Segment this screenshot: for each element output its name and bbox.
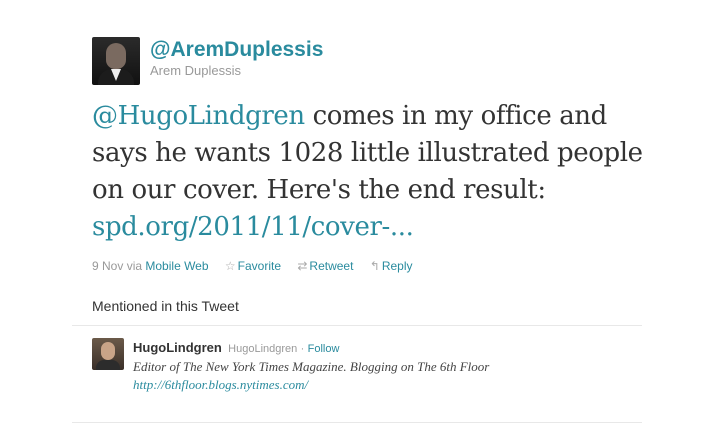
reply-label: Reply — [381, 259, 413, 273]
tweet-timestamp[interactable]: 9 Nov — [92, 259, 123, 273]
divider — [72, 422, 642, 423]
mentioned-user-header: HugoLindgren HugoLindgren · Follow — [133, 340, 339, 355]
reply-icon: ↰ — [369, 259, 380, 273]
tweet-meta: 9 Nov via Mobile Web ☆ Favorite ⇄ Retweet … — [92, 259, 413, 273]
client-link[interactable]: Mobile Web — [145, 259, 208, 273]
tweet-url-link[interactable]: spd.org/2011/11/cover-... — [92, 212, 414, 242]
mentioned-user-name[interactable]: HugoLindgren — [133, 340, 222, 355]
mentioned-user-handle: HugoLindgren — [228, 343, 298, 355]
divider — [72, 325, 642, 326]
mentioned-heading: Mentioned in this Tweet — [92, 298, 239, 314]
bio-text: Editor of The New York Times Magazine. B… — [133, 359, 490, 374]
bio-link[interactable]: http://6thfloor.blogs.nytimes.com/ — [133, 377, 308, 392]
mentioned-user-avatar[interactable] — [92, 338, 124, 370]
favorite-button[interactable]: ☆ Favorite — [225, 259, 281, 273]
retweet-button[interactable]: ⇄ Retweet — [297, 259, 353, 273]
favorite-label: Favorite — [237, 259, 281, 273]
avatar-body-shape — [96, 360, 120, 370]
mentioned-user-bio: Editor of The New York Times Magazine. B… — [133, 358, 533, 394]
avatar-head-shape — [101, 342, 115, 360]
tweet-mention-link[interactable]: @HugoLindgren — [92, 101, 305, 131]
separator: · — [300, 343, 305, 355]
tweet-text: @HugoLindgren comes in my office and say… — [92, 98, 652, 246]
author-screen-name-link[interactable]: @AremDuplessis — [150, 38, 323, 62]
via-label: via — [126, 259, 143, 273]
reply-button[interactable]: ↰ Reply — [370, 259, 413, 273]
author-full-name: Arem Duplessis — [150, 63, 242, 78]
follow-button[interactable]: Follow — [308, 343, 340, 355]
star-icon: ☆ — [224, 259, 236, 273]
author-avatar[interactable] — [92, 37, 140, 85]
retweet-label: Retweet — [309, 259, 354, 273]
retweet-icon: ⇄ — [297, 259, 308, 273]
avatar-head-shape — [106, 43, 126, 69]
